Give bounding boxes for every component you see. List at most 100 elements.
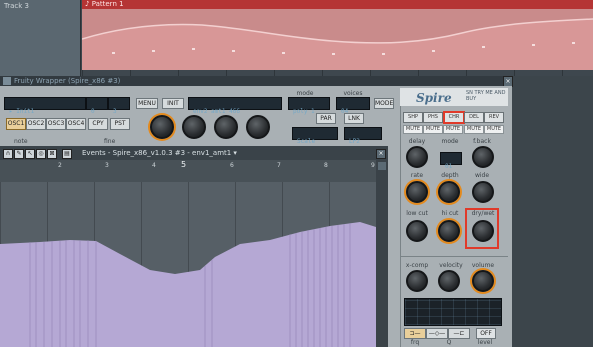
preset-number-2: 3 bbox=[113, 108, 117, 115]
plugin-title: Fruity Wrapper (Spire_x86 #3) bbox=[14, 77, 121, 85]
ruler-mark-2: 2 bbox=[58, 162, 62, 169]
hi-cut-knob[interactable] bbox=[438, 220, 460, 242]
osc-knob-2[interactable] bbox=[182, 115, 206, 139]
pattern-clip[interactable]: ♪ Pattern 1 bbox=[82, 0, 593, 70]
plugin-titlebar[interactable]: Fruity Wrapper (Spire_x86 #3) × bbox=[0, 76, 513, 87]
ruler-mark-7: 7 bbox=[277, 162, 281, 169]
copy-button[interactable]: CPY bbox=[88, 118, 108, 130]
frq-label: frq bbox=[410, 339, 420, 346]
eq-lowshelf-button[interactable]: ⊐— bbox=[404, 328, 426, 339]
eq-display[interactable] bbox=[404, 298, 502, 326]
preset-number-display[interactable]: 0 bbox=[86, 97, 108, 115]
eq-peak-button[interactable]: —◇— bbox=[426, 328, 448, 339]
events-menu-icon[interactable]: ▤ bbox=[62, 149, 72, 159]
draw-icon[interactable]: ✎ bbox=[14, 149, 24, 159]
background-panel bbox=[512, 76, 593, 347]
osc3-button[interactable]: OSC3 bbox=[46, 118, 66, 130]
events-ruler[interactable] bbox=[0, 160, 376, 182]
mute-rev[interactable]: MUTE bbox=[484, 125, 504, 134]
fx-tab-shp[interactable]: SHP bbox=[403, 112, 423, 123]
low-cut-knob[interactable] bbox=[406, 220, 428, 242]
osc-knob-4[interactable] bbox=[246, 115, 270, 139]
pattern-clip-header[interactable]: ♪ Pattern 1 bbox=[82, 0, 593, 9]
events-editor-area[interactable] bbox=[0, 182, 376, 347]
filter-display-text: Scale bbox=[297, 138, 316, 145]
fx-mode-value: 01 bbox=[445, 163, 453, 170]
ruler-mark-6: 6 bbox=[230, 162, 234, 169]
events-title: Events - Spire_x86_v1.0.3 #3 - env1_amt1… bbox=[82, 149, 237, 157]
slice-icon[interactable]: ⊠ bbox=[47, 149, 57, 159]
fx-tab-rev[interactable]: REV bbox=[484, 112, 504, 123]
track-label: Track 3 bbox=[4, 2, 29, 10]
preset-name: ▸ Init1 bbox=[9, 108, 35, 115]
preset-number-1: 0 bbox=[91, 108, 95, 115]
osc-knob-3[interactable] bbox=[214, 115, 238, 139]
delay-label: delay bbox=[408, 138, 426, 145]
init-button[interactable]: INIT bbox=[162, 98, 184, 109]
fback-knob[interactable] bbox=[472, 146, 494, 168]
zoom-icon[interactable]: ◎ bbox=[36, 149, 46, 159]
mode-button[interactable]: MODE bbox=[374, 98, 394, 109]
volume-knob[interactable] bbox=[472, 270, 494, 292]
filter-type-display[interactable]: LP2 bbox=[344, 127, 382, 145]
events-titlebar[interactable]: ∩ ✎ ↖ ◎ ⊠ ▤ Events - Spire_x86_v1.0.3 #3… bbox=[0, 146, 388, 161]
plugin-icon[interactable] bbox=[3, 77, 11, 85]
filter-display[interactable]: Scale bbox=[292, 127, 338, 145]
osc2-button[interactable]: OSC2 bbox=[26, 118, 46, 130]
ruler-mark-4: 4 bbox=[152, 162, 156, 169]
hi-cut-label: hi cut bbox=[441, 210, 459, 217]
automation-events bbox=[0, 222, 376, 347]
depth-knob[interactable] bbox=[438, 181, 460, 203]
eq-off-button[interactable]: OFF bbox=[476, 328, 496, 339]
dry-wet-knob[interactable] bbox=[472, 220, 494, 242]
xcomp-knob[interactable] bbox=[406, 270, 428, 292]
osc4-button[interactable]: OSC4 bbox=[66, 118, 86, 130]
fx-mode-label: mode bbox=[441, 138, 459, 145]
snap-icon[interactable]: ∩ bbox=[3, 149, 13, 159]
velocity-knob[interactable] bbox=[438, 270, 460, 292]
wide-label: wide bbox=[474, 172, 490, 179]
low-cut-label: low cut bbox=[406, 210, 428, 217]
preset-bank-display[interactable]: 3 bbox=[108, 97, 130, 115]
rate-label: rate bbox=[410, 172, 424, 179]
lnk-button[interactable]: LNK bbox=[344, 113, 364, 124]
playlist-panel: Track 3 ♪ Pattern 1 bbox=[0, 0, 593, 78]
level-label: level bbox=[477, 339, 493, 346]
mute-shp[interactable]: MUTE bbox=[403, 125, 423, 134]
note-label: note bbox=[14, 138, 28, 145]
fine-label: fine bbox=[104, 138, 116, 145]
mute-phs[interactable]: MUTE bbox=[423, 125, 443, 134]
fx-tab-del[interactable]: DEL bbox=[464, 112, 484, 123]
automation-clip-wave bbox=[82, 18, 593, 70]
eq-highshelf-button[interactable]: —⊏ bbox=[448, 328, 470, 339]
events-window: ∩ ✎ ↖ ◎ ⊠ ▤ Events - Spire_x86_v1.0.3 #3… bbox=[0, 146, 388, 347]
osc1-button[interactable]: OSC1 bbox=[6, 118, 26, 130]
mute-del[interactable]: MUTE bbox=[464, 125, 484, 134]
ruler-mark-5: 5 bbox=[181, 160, 187, 169]
mute-chr[interactable]: MUTE bbox=[443, 125, 463, 134]
track-header[interactable]: Track 3 bbox=[0, 0, 81, 78]
wide-knob[interactable] bbox=[472, 181, 494, 203]
voices-display[interactable]: 04 bbox=[336, 97, 370, 115]
xcomp-label: x-comp bbox=[405, 262, 429, 269]
menu-button[interactable]: MENU bbox=[136, 98, 158, 109]
par-button[interactable]: PAR bbox=[316, 113, 336, 124]
depth-label: depth bbox=[441, 172, 459, 179]
paste-button[interactable]: PST bbox=[110, 118, 130, 130]
delay-knob[interactable] bbox=[406, 146, 428, 168]
mod-display[interactable]: env2 amt1 466 bbox=[188, 97, 282, 115]
mode-display[interactable]: poly 1 bbox=[288, 97, 330, 115]
pattern-label: ♪ Pattern 1 bbox=[85, 0, 124, 8]
preset-name-display[interactable]: ▸ Init1 bbox=[4, 97, 86, 115]
select-icon[interactable]: ↖ bbox=[25, 149, 35, 159]
events-vertical-scrollbar[interactable] bbox=[376, 160, 388, 347]
fx-mode-display[interactable]: 01 bbox=[440, 152, 462, 170]
scroll-up-icon[interactable] bbox=[378, 162, 386, 170]
events-close-icon[interactable]: × bbox=[376, 149, 386, 159]
rate-knob[interactable] bbox=[406, 181, 428, 203]
spire-logo: Spire bbox=[416, 91, 452, 105]
osc-knob-1[interactable] bbox=[150, 115, 174, 139]
fx-tab-chr[interactable]: CHR bbox=[443, 111, 465, 124]
fx-tab-phs[interactable]: PHS bbox=[423, 112, 443, 123]
volume-label: volume bbox=[471, 262, 495, 269]
